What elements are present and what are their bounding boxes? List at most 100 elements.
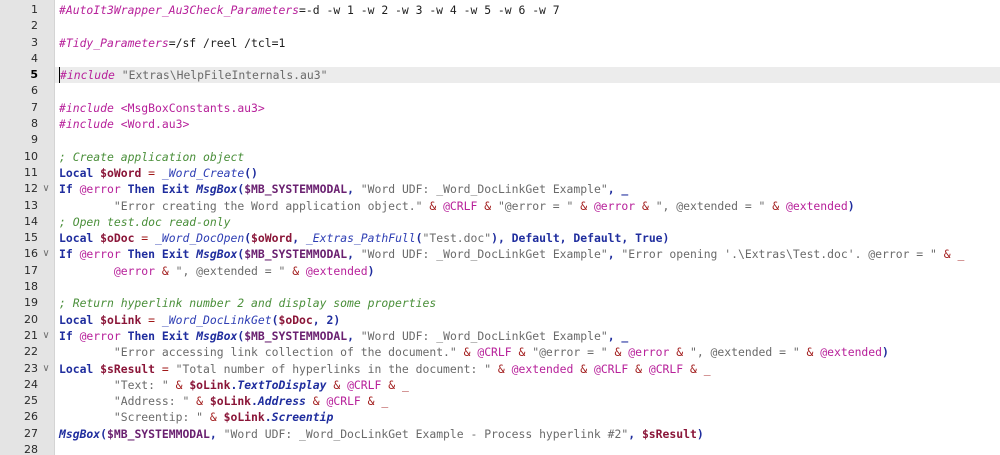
code-token: "Error accessing link collection of the … xyxy=(113,345,457,360)
code-line[interactable]: 6 xyxy=(0,83,1000,99)
code-line[interactable]: 25 "Address: " & $oLink.Address & @CRLF … xyxy=(0,393,1000,409)
code-token: =-d -w 1 -w 2 -w 3 -w 4 -w 5 -w 6 -w 7 xyxy=(299,3,560,17)
code-token: "Word UDF: _Word_DocLinkGet Example" xyxy=(360,247,608,262)
line-number: 27 xyxy=(24,426,38,440)
code-line[interactable]: 19 ; Return hyperlink number 2 and displa… xyxy=(0,295,1000,311)
code-token: = xyxy=(141,312,162,327)
code-line[interactable]: 1 #AutoIt3Wrapper_Au3Check_Parameters=-d … xyxy=(0,2,1000,18)
code-line[interactable]: 2 xyxy=(0,18,1000,34)
code-token: MsgBox xyxy=(59,426,101,441)
code-token: _Word_DocLinkGet xyxy=(161,312,272,327)
code-line[interactable]: 23 ∨ Local $sResult = "Total number of hyp… xyxy=(0,361,1000,377)
code-token: MsgBox xyxy=(196,328,238,343)
code-token: & xyxy=(168,377,190,392)
line-number: 22 xyxy=(24,345,38,359)
code-token: $oWord xyxy=(100,165,142,180)
code-line[interactable]: 7 #include <MsgBoxConstants.au3> xyxy=(0,100,1000,116)
code-token: & xyxy=(189,394,210,409)
code-token: $oLink xyxy=(189,377,231,392)
code-line[interactable]: 22 "Error accessing link collection of t… xyxy=(0,344,1000,360)
line-number: 17 xyxy=(24,263,38,277)
code-line[interactable]: 26 "Screentip: " & $oLink.Screentip xyxy=(0,409,1000,425)
code-token: @error xyxy=(79,328,121,343)
code-line[interactable]: 9 xyxy=(0,132,1000,148)
code-token: Address xyxy=(257,394,306,409)
code-line[interactable]: 14 ; Open test.doc read-only xyxy=(0,214,1000,230)
code-token: ) xyxy=(847,198,855,213)
code-token: $sResult xyxy=(641,426,697,441)
code-token: = xyxy=(141,165,162,180)
code-token: "Word UDF: _Word_DocLinkGet Example" xyxy=(360,182,608,197)
code-token: Then xyxy=(127,328,156,343)
code-token: @CRLF xyxy=(593,361,629,376)
code-token: & xyxy=(422,198,444,213)
code-line[interactable]: 27 MsgBox($MB_SYSTEMMODAL, "Word UDF: _Wo… xyxy=(0,426,1000,442)
code-line[interactable]: 18 xyxy=(0,279,1000,295)
code-text: #Tidy_Parameters=/sf /reel /tcl=1 xyxy=(59,35,285,51)
code-token: , _ xyxy=(607,328,629,343)
code-token: & _ xyxy=(360,394,389,409)
code-token: If xyxy=(59,247,73,262)
code-line[interactable]: 3 #Tidy_Parameters=/sf /reel /tcl=1 xyxy=(0,35,1000,51)
code-token: #include xyxy=(60,68,115,83)
code-lines[interactable]: 1 #AutoIt3Wrapper_Au3Check_Parameters=-d … xyxy=(0,2,1000,455)
code-line[interactable]: 12 ∨ If @error Then Exit MsgBox($MB_SYSTEM… xyxy=(0,181,1000,197)
code-text: ; Create application object xyxy=(59,149,244,165)
code-line[interactable]: 17 @error & ", @extended = " & @extended… xyxy=(0,263,1000,279)
code-token: , xyxy=(607,247,622,262)
code-line[interactable]: 11 Local $oWord = _Word_Create() xyxy=(0,165,1000,181)
code-line[interactable]: 13 "Error creating the Word application … xyxy=(0,198,1000,214)
code-token: , 2) xyxy=(312,312,341,327)
code-token: If xyxy=(59,182,73,197)
code-line[interactable]: 5 #include "Extras\HelpFileInternals.au3" xyxy=(0,67,1000,84)
code-token: @CRLF xyxy=(648,361,684,376)
code-line[interactable]: 21 ∨ If @error Then Exit MsgBox($MB_SYSTEM… xyxy=(0,328,1000,344)
code-token: ) xyxy=(696,426,704,441)
code-line[interactable]: 24 "Text: " & $oLink.TextToDisplay & @CR… xyxy=(0,377,1000,393)
code-line[interactable]: 16 ∨ If @error Then Exit MsgBox($MB_SYSTEM… xyxy=(0,246,1000,262)
code-token: , xyxy=(209,426,224,441)
fold-toggle-icon[interactable]: ∨ xyxy=(41,246,51,262)
fold-toggle-icon[interactable]: ∨ xyxy=(41,328,51,344)
code-token: & xyxy=(765,198,786,213)
code-token: @error xyxy=(113,263,156,278)
line-number: 11 xyxy=(24,165,38,179)
code-line[interactable]: 10 ; Create application object xyxy=(0,149,1000,165)
code-token: & xyxy=(305,394,327,409)
code-line[interactable]: 8 #include <Word.au3> xyxy=(0,116,1000,132)
code-token: ; Return hyperlink number 2 and display … xyxy=(59,296,437,311)
code-line[interactable]: 20 Local $oLink = _Word_DocLinkGet($oDoc,… xyxy=(0,312,1000,328)
code-token: Exit xyxy=(161,182,190,197)
code-token: , xyxy=(347,247,361,262)
code-token: #include xyxy=(59,100,114,115)
code-token: #include xyxy=(59,117,114,132)
code-text: @error & ", @extended = " & @extended) xyxy=(59,263,375,279)
code-line[interactable]: 28 xyxy=(0,442,1000,455)
code-token: ( xyxy=(415,231,423,246)
code-text: "Screentip: " & $oLink.Screentip xyxy=(59,409,333,425)
code-text: "Error accessing link collection of the … xyxy=(59,344,889,360)
code-token: "Test.doc" xyxy=(422,231,492,246)
code-token: @error xyxy=(79,247,121,262)
code-text: "Address: " & $oLink.Address & @CRLF & _ xyxy=(59,393,388,409)
code-token: =/sf /reel /tcl=1 xyxy=(168,35,286,50)
code-token: $oLink xyxy=(223,410,265,425)
code-text: #include <Word.au3> xyxy=(59,116,189,132)
code-line[interactable]: 15 Local $oDoc = _Word_DocOpen ($oWord, _E… xyxy=(0,230,1000,246)
code-token: Local xyxy=(59,231,94,246)
code-token: ), Default, Default, True) xyxy=(491,231,670,246)
code-token: @CRLF xyxy=(477,345,512,360)
fold-toggle-icon[interactable]: ∨ xyxy=(41,181,51,197)
code-token: = xyxy=(155,361,176,376)
fold-toggle-icon[interactable]: ∨ xyxy=(41,361,51,377)
code-token: @CRLF xyxy=(443,198,478,213)
code-token: & xyxy=(635,198,656,213)
line-number: 16 xyxy=(24,247,38,261)
code-token: ; Create application object xyxy=(59,149,245,164)
code-text: If @error Then Exit MsgBox($MB_SYSTEMMOD… xyxy=(59,246,964,262)
code-editor[interactable]: 1 #AutoIt3Wrapper_Au3Check_Parameters=-d … xyxy=(0,0,1000,455)
code-line[interactable]: 4 xyxy=(0,51,1000,67)
